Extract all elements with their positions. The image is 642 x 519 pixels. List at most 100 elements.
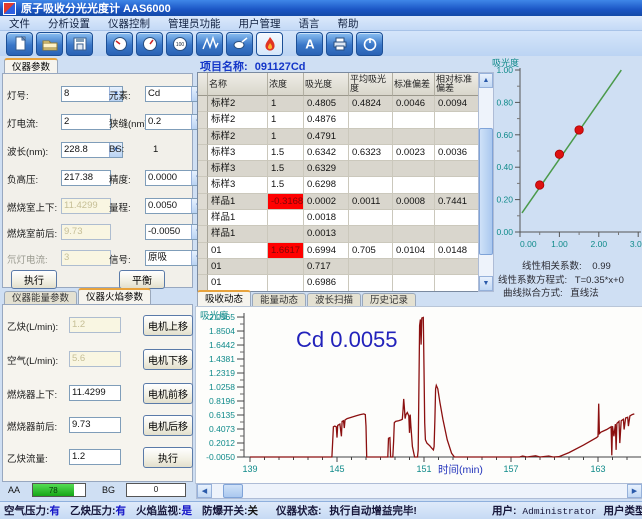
- param-static-2: 1: [153, 144, 158, 155]
- table-row[interactable]: 标样210.48050.48240.00460.0094: [198, 96, 479, 112]
- printer-button[interactable]: [326, 32, 353, 56]
- flame-motor-button-0[interactable]: 电机上移: [143, 315, 193, 336]
- column-header-5[interactable]: 相对标准偏差: [435, 73, 479, 96]
- row-selector-cell[interactable]: [198, 210, 208, 226]
- bg-value-box: 0: [126, 483, 186, 497]
- table-row[interactable]: 样品10.0018: [198, 210, 479, 226]
- param-field-3-right[interactable]: 0.0000▼: [145, 170, 205, 186]
- menu-item-6[interactable]: 帮助: [329, 16, 368, 31]
- new-file-button[interactable]: [6, 32, 33, 56]
- param-field-1-left[interactable]: 2: [61, 114, 111, 130]
- flame-param-value-4[interactable]: 1.2: [69, 449, 121, 465]
- menu-item-2[interactable]: 仪器控制: [99, 16, 159, 31]
- param-field-4-right-value: 0.0050: [148, 200, 177, 211]
- instrument-param-row-2: 波长(nm):228.8▼BS:1: [3, 142, 192, 160]
- open-folder-button[interactable]: [36, 32, 63, 56]
- instrument-param-row-4: 燃烧室上下:11.4299量程:0.0050▼: [3, 198, 192, 216]
- row-selector-cell[interactable]: [198, 129, 208, 145]
- table-cell: [393, 259, 435, 275]
- table-row[interactable]: 样品1-0.31680.00020.00110.00080.7441: [198, 194, 479, 210]
- param-field-6-right[interactable]: 原吸▼: [145, 250, 205, 266]
- flame-motor-button-3[interactable]: 电机后移: [143, 415, 193, 436]
- flame-motor-button-1[interactable]: 电机下移: [143, 349, 193, 370]
- svg-text:163: 163: [590, 464, 605, 474]
- energy-meter-2-button[interactable]: [136, 32, 163, 56]
- row-selector-cell[interactable]: [198, 112, 208, 128]
- scroll-left-arrow-icon[interactable]: ◀: [197, 484, 212, 498]
- row-selector-cell[interactable]: [198, 177, 208, 193]
- table-cell: 0.7441: [435, 194, 479, 210]
- svg-text:0.60: 0.60: [496, 130, 513, 140]
- column-header-3[interactable]: 平均吸光度: [349, 73, 393, 96]
- column-header-4[interactable]: 标准偏差: [393, 73, 435, 96]
- energy-meter-100-button[interactable]: 100: [166, 32, 193, 56]
- menu-item-3[interactable]: 管理员功能: [159, 16, 230, 31]
- param-label: 精度:: [109, 172, 145, 186]
- save-button[interactable]: [66, 32, 93, 56]
- svg-text:0.20: 0.20: [496, 195, 513, 205]
- param-field-4-right[interactable]: 0.0050▼: [145, 198, 205, 214]
- param-field-5-right[interactable]: -0.0050▼: [145, 224, 205, 240]
- table-cell: 标样2: [208, 112, 268, 128]
- calibration-chart: 吸光度0.000.200.400.600.801.000.001.002.003…: [490, 56, 642, 254]
- svg-text:-0.0050: -0.0050: [206, 452, 235, 462]
- param-field-0-right[interactable]: Cd▼: [145, 86, 205, 102]
- wavelength-scan-button[interactable]: [196, 32, 223, 56]
- status-item-1: 乙炔压力:有: [70, 505, 126, 517]
- results-table: 名称浓度吸光度平均吸光度标准偏差相对标准偏差标样210.48050.48240.…: [197, 72, 480, 292]
- menu-item-5[interactable]: 语言: [290, 16, 329, 31]
- menu-item-0[interactable]: 文件: [0, 16, 39, 31]
- row-selector-cell[interactable]: [198, 194, 208, 210]
- menu-item-1[interactable]: 分析设置: [39, 16, 99, 31]
- table-row[interactable]: 标样31.50.6298: [198, 177, 479, 193]
- column-header-0[interactable]: 名称: [208, 73, 268, 96]
- svg-text:0.80: 0.80: [496, 97, 513, 107]
- table-cell: 0.0011: [349, 194, 393, 210]
- aa-progress-bar: 78: [32, 483, 86, 497]
- auto-adjust-button[interactable]: A: [296, 32, 323, 56]
- table-cell: [435, 210, 479, 226]
- status-item-value: 有: [50, 505, 61, 517]
- row-selector-cell[interactable]: [198, 226, 208, 242]
- table-cell: 0.0023: [393, 145, 435, 161]
- row-selector-cell[interactable]: [198, 145, 208, 161]
- menu-item-4[interactable]: 用户管理: [230, 16, 290, 31]
- flame-param-value-3[interactable]: 9.73: [69, 417, 121, 433]
- status-item-2: 火焰监视:是: [136, 505, 192, 517]
- table-row[interactable]: 标样210.4876: [198, 112, 479, 128]
- param-field-3-left[interactable]: 217.38: [61, 170, 111, 186]
- param-field-1-right[interactable]: 0.2▼: [145, 114, 205, 130]
- lamp-adjust-button[interactable]: [226, 32, 253, 56]
- balance-button[interactable]: 平衡: [119, 270, 165, 289]
- dynamic-absorbance-chart: 吸光度2.05651.85041.64421.43811.23191.02580…: [196, 307, 641, 481]
- column-header-1[interactable]: 浓度: [268, 73, 304, 96]
- table-cell: [393, 226, 435, 242]
- energy-meter-1-button[interactable]: [106, 32, 133, 56]
- table-row[interactable]: 样品10.0013: [198, 226, 479, 242]
- table-row[interactable]: 010.717: [198, 259, 479, 275]
- status-item-value: 是: [182, 505, 193, 517]
- app-icon: [3, 2, 16, 15]
- scroll-right-arrow-icon[interactable]: ▶: [627, 484, 642, 498]
- row-selector-cell[interactable]: [198, 259, 208, 275]
- table-row[interactable]: 标样210.4791: [198, 129, 479, 145]
- table-row[interactable]: 标样31.50.6329: [198, 161, 479, 177]
- row-selector-cell[interactable]: [198, 161, 208, 177]
- table-corner-cell: [198, 73, 208, 96]
- column-header-2[interactable]: 吸光度: [304, 73, 349, 96]
- flame-param-value-2[interactable]: 11.4299: [69, 385, 121, 401]
- flame-motor-button-4[interactable]: 执行: [143, 447, 193, 468]
- row-selector-cell[interactable]: [198, 243, 208, 259]
- table-row[interactable]: 标样31.50.63420.63230.00230.0036: [198, 145, 479, 161]
- flame-motor-button-2[interactable]: 电机前移: [143, 383, 193, 404]
- table-row[interactable]: 011.66170.69940.7050.01040.0148: [198, 243, 479, 259]
- table-cell: [435, 161, 479, 177]
- hscroll-thumb[interactable]: [223, 484, 243, 498]
- power-button[interactable]: [356, 32, 383, 56]
- flame-control-button[interactable]: [256, 32, 283, 56]
- dynamic-hscrollbar[interactable]: ◀ ▶: [196, 483, 642, 499]
- row-selector-cell[interactable]: [198, 96, 208, 112]
- status-instrument: 仪器状态: 执行自动增益完毕!: [276, 503, 417, 518]
- execute-button[interactable]: 执行: [11, 270, 57, 289]
- table-cell: [393, 129, 435, 145]
